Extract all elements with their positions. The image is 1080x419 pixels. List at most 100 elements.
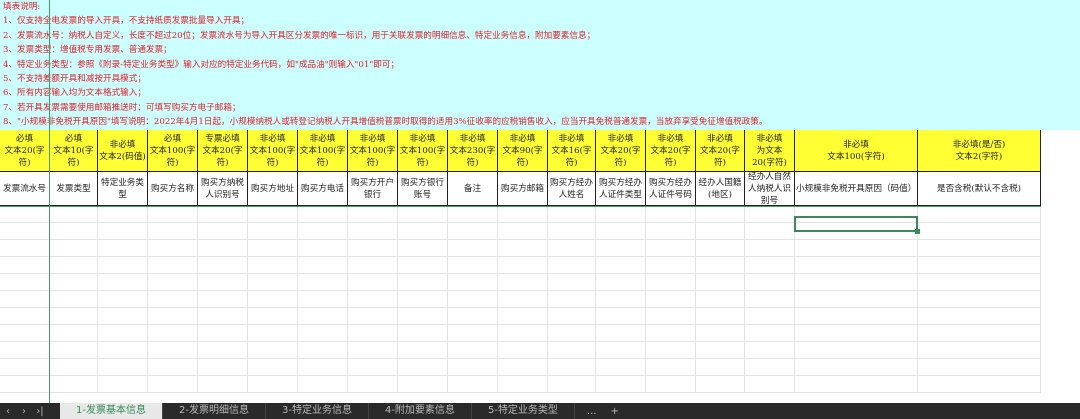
column-requirement[interactable]: 必填 文本20(字符) [0, 130, 50, 172]
cell[interactable] [398, 308, 448, 325]
cell[interactable] [918, 291, 1041, 308]
cell[interactable] [348, 342, 398, 359]
column-requirement[interactable]: 非必填 文本100(字符) [298, 130, 348, 172]
cell[interactable] [646, 325, 696, 342]
cell[interactable] [696, 359, 745, 376]
cell[interactable] [348, 223, 398, 240]
column-requirement[interactable]: 非必填 文本100(字符) [795, 130, 918, 172]
cell[interactable] [745, 274, 795, 291]
cell[interactable] [248, 240, 298, 257]
cell[interactable] [198, 308, 248, 325]
cell[interactable] [498, 206, 548, 223]
cell[interactable] [548, 257, 596, 274]
cell[interactable] [448, 291, 498, 308]
column-requirement[interactable]: 必填 文本100(字符) [148, 130, 198, 172]
cell[interactable] [596, 274, 646, 291]
cell[interactable] [198, 274, 248, 291]
cell[interactable] [0, 359, 50, 376]
cell[interactable] [248, 376, 298, 393]
selected-cell[interactable] [794, 216, 920, 234]
cell[interactable] [596, 257, 646, 274]
sheet-tab[interactable]: 3-特定业务信息 [266, 403, 369, 419]
cell[interactable] [298, 291, 348, 308]
column-requirement[interactable]: 非必填 文本100(字符) [348, 130, 398, 172]
cell[interactable] [596, 376, 646, 393]
cell[interactable] [696, 325, 745, 342]
cell[interactable] [50, 240, 98, 257]
cell[interactable] [548, 342, 596, 359]
cell[interactable] [548, 240, 596, 257]
cell[interactable] [148, 308, 198, 325]
cell[interactable] [248, 325, 298, 342]
cell[interactable] [498, 257, 548, 274]
cell[interactable] [148, 376, 198, 393]
cell[interactable] [448, 308, 498, 325]
column-field[interactable]: 经办人国籍(地区) [696, 172, 745, 206]
cell[interactable] [348, 359, 398, 376]
cell[interactable] [795, 376, 918, 393]
cell[interactable] [50, 342, 98, 359]
cell[interactable] [498, 240, 548, 257]
cell[interactable] [646, 376, 696, 393]
cell[interactable] [596, 223, 646, 240]
cell[interactable] [795, 274, 918, 291]
column-requirement[interactable]: 非必填 文本2(码值) [98, 130, 148, 172]
cell[interactable] [148, 223, 198, 240]
column-requirement[interactable]: 非必填 文本100(字符) [398, 130, 448, 172]
cell[interactable] [795, 240, 918, 257]
cell[interactable] [918, 206, 1041, 223]
cell[interactable] [696, 376, 745, 393]
cell[interactable] [98, 325, 148, 342]
cell[interactable] [50, 206, 98, 223]
column-field[interactable]: 购买方名称 [148, 172, 198, 206]
cell[interactable] [918, 376, 1041, 393]
cell[interactable] [198, 257, 248, 274]
cell[interactable] [398, 325, 448, 342]
cell[interactable] [448, 206, 498, 223]
cell[interactable] [548, 223, 596, 240]
column-field[interactable]: 购买方邮箱 [498, 172, 548, 206]
cell[interactable] [348, 325, 398, 342]
cell[interactable] [148, 274, 198, 291]
cell[interactable] [50, 325, 98, 342]
cell[interactable] [696, 257, 745, 274]
cell[interactable] [918, 257, 1041, 274]
cell[interactable] [50, 223, 98, 240]
cell[interactable] [348, 308, 398, 325]
cell[interactable] [198, 206, 248, 223]
cell[interactable] [298, 308, 348, 325]
cell[interactable] [745, 291, 795, 308]
cell[interactable] [398, 359, 448, 376]
cell[interactable] [918, 308, 1041, 325]
cell[interactable] [548, 291, 596, 308]
column-field[interactable]: 购买方经办人证件号码 [646, 172, 696, 206]
cell[interactable] [148, 257, 198, 274]
column-field[interactable]: 小规模非免税开具原因（码值） [795, 172, 918, 206]
cell[interactable] [745, 359, 795, 376]
cell[interactable] [148, 325, 198, 342]
cell[interactable] [918, 359, 1041, 376]
cell[interactable] [298, 257, 348, 274]
cell[interactable] [248, 291, 298, 308]
cell[interactable] [148, 359, 198, 376]
cell[interactable] [795, 291, 918, 308]
column-requirement[interactable]: 非必填 文本230(字符) [448, 130, 498, 172]
cell[interactable] [548, 325, 596, 342]
cell[interactable] [795, 257, 918, 274]
cell[interactable] [50, 359, 98, 376]
cell[interactable] [98, 308, 148, 325]
cell[interactable] [646, 308, 696, 325]
last-sheet-icon[interactable]: ›| [32, 406, 48, 417]
cell[interactable] [198, 291, 248, 308]
cell[interactable] [498, 325, 548, 342]
cell[interactable] [745, 376, 795, 393]
cell[interactable] [298, 342, 348, 359]
chevron-left-icon[interactable]: ‹ [0, 406, 16, 417]
cell[interactable] [498, 274, 548, 291]
column-field[interactable]: 发票类型 [50, 172, 98, 206]
cell[interactable] [745, 240, 795, 257]
cell[interactable] [98, 291, 148, 308]
cell[interactable] [696, 223, 745, 240]
cell[interactable] [696, 274, 745, 291]
cell[interactable] [448, 342, 498, 359]
